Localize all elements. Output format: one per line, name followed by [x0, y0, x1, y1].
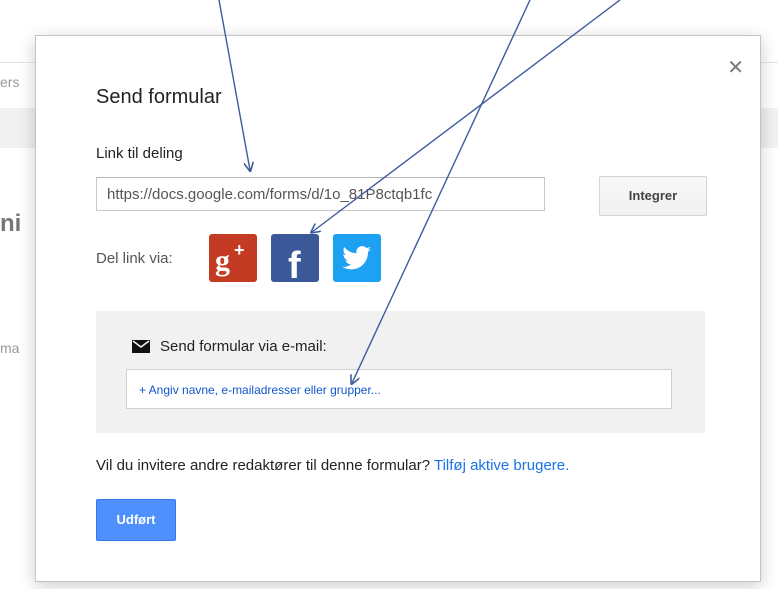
facebook-icon[interactable]: f [271, 234, 319, 282]
email-section: Send formular via e-mail: + Angiv navne,… [96, 311, 705, 433]
envelope-icon [132, 340, 150, 353]
background-tab-fragment: ers [0, 74, 20, 90]
email-heading-text: Send formular via e-mail: [160, 338, 327, 355]
invite-question: Vil du invitere andre redaktører til den… [96, 457, 431, 474]
recipients-input[interactable]: + Angiv navne, e-mailadresser eller grup… [126, 369, 672, 409]
svg-text:+: + [234, 240, 245, 260]
svg-text:f: f [288, 245, 301, 282]
share-link-field[interactable] [96, 177, 545, 211]
google-plus-icon[interactable]: g + [209, 234, 257, 282]
background-text-fragment: ma [0, 340, 20, 356]
embed-button[interactable]: Integrer [599, 176, 707, 216]
svg-text:g: g [215, 244, 230, 277]
dialog-title: Send formular [96, 86, 222, 108]
send-form-dialog: ✕ Send formular Link til deling Integrer… [35, 35, 761, 582]
email-heading: Send formular via e-mail: [132, 338, 327, 355]
invite-editors-text: Vil du invitere andre redaktører til den… [96, 457, 569, 474]
twitter-icon[interactable] [333, 234, 381, 282]
share-link-label: Link til deling [96, 145, 183, 162]
done-button[interactable]: Udført [96, 499, 176, 541]
close-icon[interactable]: ✕ [727, 58, 744, 78]
background-heading-fragment: ni [0, 210, 22, 237]
share-via-label: Del link via: [96, 250, 173, 267]
add-collaborators-link[interactable]: Tilføj aktive brugere. [434, 457, 569, 474]
